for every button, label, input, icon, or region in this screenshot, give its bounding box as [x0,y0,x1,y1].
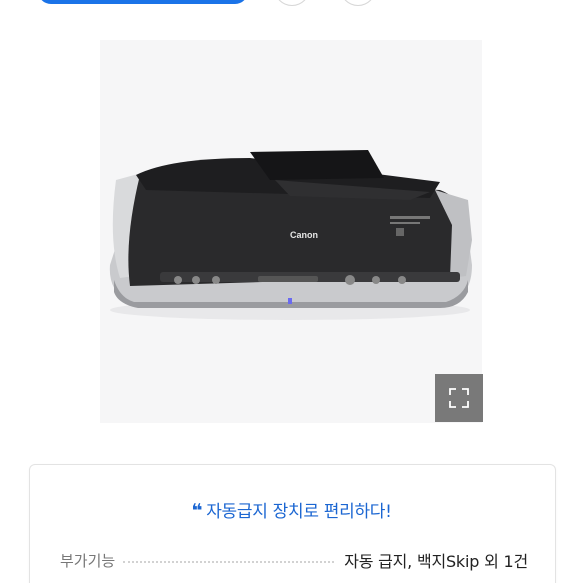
spec-value: 자동 급지, 백지Skip 외 1건 [344,552,528,571]
scanner-illustration: Canon [109,150,473,320]
spec-label: 부가기능 [60,551,116,570]
quote-icon: ❝ [191,500,203,522]
spec-row: 부가기능 자동 급지, 백지Skip 외 1건 [60,548,528,572]
expand-image-button[interactable] [435,374,483,422]
round-icon-button[interactable] [340,0,376,6]
primary-action-button[interactable] [38,0,248,4]
feature-headline: ❝ 자동급지 장치로 편리하다! [0,497,583,522]
round-icon-button[interactable] [274,0,310,6]
headline-text: 자동급지 장치로 편리하다! [206,502,392,522]
expand-icon [449,388,469,408]
brand-logo: Canon [290,230,318,240]
spec-leader-dots [123,561,335,563]
product-image: Canon [100,40,482,423]
